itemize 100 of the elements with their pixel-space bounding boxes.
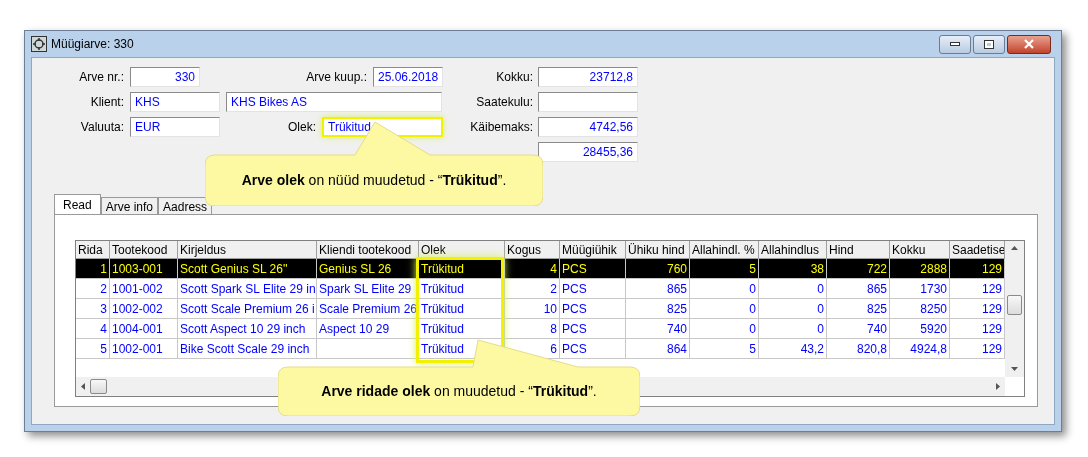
scroll-down-icon (1011, 367, 1018, 371)
table-cell-text: 8 (550, 320, 557, 338)
table-cell-text: 4 (550, 260, 557, 278)
callout-text: Arve olek on nüüd muudetud - “Trükitud”. (241, 171, 507, 190)
table-cell-text: 1002-002 (112, 300, 163, 318)
column-header[interactable]: Müügiühik (560, 241, 626, 259)
column-header[interactable]: Kirjeldus (178, 241, 317, 259)
table-cell-text: Trükitud (421, 280, 464, 298)
table-cell-text: Spark SL Elite 29 (319, 280, 412, 298)
field-label: Käibemaks: (469, 119, 533, 136)
table-cell-text: PCS (562, 300, 587, 318)
text-field[interactable]: 28455,36 (538, 142, 638, 162)
table-cell-text: 4 (100, 320, 107, 338)
table-cell-text: Trükitud (421, 300, 464, 318)
table-cell-text: Trükitud (421, 320, 464, 338)
table-cell-text: 864 (666, 340, 687, 358)
table-cell-text: 4924,8 (910, 340, 947, 358)
text-field[interactable]: 330 (130, 67, 200, 87)
field-label: Arve kuup.: (306, 69, 367, 86)
table-cell-text: 865 (866, 280, 887, 298)
table-cell-text: 1 (100, 260, 107, 278)
column-header[interactable]: Hind (827, 241, 890, 259)
field-label: Kokku: (495, 69, 533, 86)
table-row[interactable]: 3 1002-002 Scott Scale Premium 26 i Scale Premium 26 Trükitud 10 PCS 825 0 0 825 8250 129 (76, 299, 1005, 319)
column-header[interactable]: Kliendi tootekood (317, 241, 419, 259)
table-cell-text: Scale Premium 26 (319, 300, 418, 318)
table-cell-text: 38 (810, 260, 824, 278)
table-cell-text: 129 (981, 300, 1002, 318)
vertical-scrollbar[interactable] (1005, 241, 1024, 377)
table-cell-text: 5 (749, 260, 756, 278)
table-cell-text: Trükitud (421, 340, 464, 358)
maximize-button[interactable] (973, 34, 1005, 54)
table-cell-text: 1001-002 (112, 280, 163, 298)
column-header[interactable]: Saadetise (950, 241, 1005, 259)
table-row[interactable]: 4 1004-001 Scott Aspect 10 29 inch Aspect 10 29 Trükitud 8 PCS 740 0 0 740 5920 129 (76, 319, 1005, 339)
table-cell-text: 825 (666, 300, 687, 318)
field-label: Olek: (288, 119, 316, 136)
table-cell-text: 0 (817, 280, 824, 298)
scroll-thumb[interactable] (1007, 295, 1022, 315)
column-header[interactable]: Kogus (505, 241, 560, 259)
column-header[interactable]: Kokku (890, 241, 950, 259)
table-cell-text: Scott Spark SL Elite 29 in (180, 280, 316, 298)
app-icon (31, 36, 47, 52)
table-row[interactable]: 1 1003-001 Scott Genius SL 26'' Genius SL 26 Trükitud 4 PCS 760 5 38 722 2888 129 (76, 259, 1005, 279)
column-header[interactable]: Rida (76, 241, 110, 259)
table-row[interactable]: 2 1001-002 Scott Spark SL Elite 29 in Spark SL Elite 29 Trükitud 2 PCS 865 0 0 865 1730 129 (76, 279, 1005, 299)
table-cell-text: 10 (543, 300, 557, 318)
table-cell-text: PCS (562, 320, 587, 338)
table-cell-text: 0 (749, 280, 756, 298)
table-cell-text: 129 (981, 260, 1002, 278)
scroll-thumb[interactable] (90, 379, 107, 394)
maximize-icon (984, 39, 994, 49)
text-field[interactable] (538, 92, 638, 112)
table-cell-text: 0 (817, 320, 824, 338)
table-cell-text: 5920 (920, 320, 947, 338)
table-cell-text: 0 (749, 300, 756, 318)
table-cell-text: 760 (666, 260, 687, 278)
table-cell-text: 2 (550, 280, 557, 298)
date-field[interactable]: 25.06.2018 (373, 67, 443, 87)
column-header[interactable]: Allahindl. % (690, 241, 759, 259)
callout-text: Arve ridade olek on muudetud - “Trükitud”. (321, 382, 597, 401)
table-cell-text: PCS (562, 340, 587, 358)
table-cell-text: Aspect 10 29 (319, 320, 390, 338)
table-cell-text: 740 (866, 320, 887, 338)
text-field[interactable]: KHS (130, 92, 220, 112)
tab[interactable]: Arve info (100, 197, 159, 214)
table-cell-text: 1002-001 (112, 340, 163, 358)
table-cell-text: 722 (866, 260, 887, 278)
table-cell-text: 1004-001 (112, 320, 163, 338)
tab[interactable]: Aadress (158, 197, 213, 214)
field-label: Saatekulu: (475, 94, 533, 111)
scroll-up-icon (1011, 246, 1018, 250)
window-title: Müügiarve: 330 (51, 36, 134, 53)
tab[interactable]: Read (54, 194, 101, 214)
table-cell-text: 1730 (920, 280, 947, 298)
table-cell-text: 2888 (920, 260, 947, 278)
table-cell-text: Scott Scale Premium 26 i (180, 300, 315, 318)
close-button[interactable] (1007, 34, 1051, 54)
table-cell-text: 820,8 (856, 340, 887, 358)
minimize-icon (950, 42, 960, 46)
table-row[interactable]: 5 1002-001 Bike Scott Scale 29 inch Trükitud 6 PCS 864 5 43,2 820,8 4924,8 129 (76, 339, 1005, 359)
table-cell-text: 740 (666, 320, 687, 338)
scroll-right-icon (996, 383, 1000, 390)
table-cell-text: Genius SL 26 (319, 260, 392, 278)
minimize-button[interactable] (939, 34, 971, 54)
text-field[interactable]: KHS Bikes AS (226, 92, 442, 112)
table-cell-text: 129 (981, 280, 1002, 298)
table-cell-text: 825 (866, 300, 887, 318)
text-field[interactable]: 4742,56 (538, 117, 638, 137)
text-field[interactable]: 23712,8 (538, 67, 638, 87)
table-cell-text: 6 (550, 340, 557, 358)
table-cell-text: Bike Scott Scale 29 inch (180, 340, 310, 358)
table-cell-text: Scott Aspect 10 29 inch (180, 320, 306, 338)
text-field[interactable]: EUR (130, 117, 220, 137)
column-header[interactable]: Allahindlus (759, 241, 827, 259)
field-label: Valuuta: (79, 119, 124, 136)
table-cell-text: 3 (100, 300, 107, 318)
column-header[interactable]: Tootekood (110, 241, 178, 259)
table-cell-text: 129 (981, 340, 1002, 358)
column-header[interactable]: Ühiku hind (626, 241, 690, 259)
